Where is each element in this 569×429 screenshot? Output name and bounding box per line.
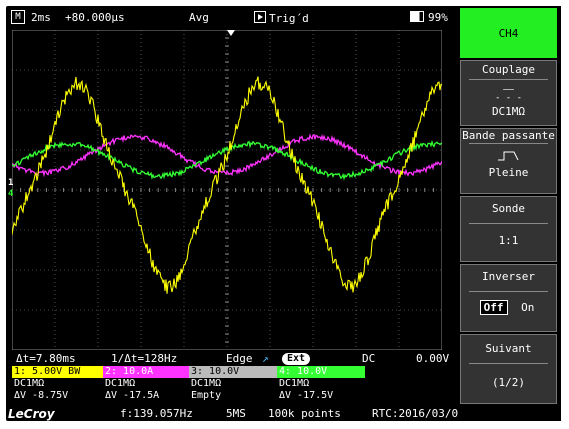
bandwidth-value: Pleine (488, 166, 529, 179)
channel-1-scale: 1: 5.00V BW (12, 366, 103, 378)
rising-edge-icon: ↗ (262, 352, 269, 365)
invert-button[interactable]: Inverser Off On (460, 264, 557, 332)
next-title: Suivant (485, 342, 532, 355)
channel-3-info[interactable]: 3: 10.0V DC1MΩ Empty (189, 366, 277, 406)
probe-title: Sonde (491, 202, 526, 215)
trigger-play-icon (254, 11, 266, 23)
waveform-display (12, 30, 442, 350)
invert-off-option[interactable]: Off (479, 300, 508, 315)
channel-4-info[interactable]: 4: 10.0V DC1MΩ ΔV -17.5V (277, 366, 365, 406)
inverse-delta-t: 1/Δt=128Hz (111, 352, 178, 365)
side-menu: CH4 Couplage —— - - - DC1MΩ Bande passant… (458, 6, 561, 421)
bandwidth-button[interactable]: Bande passante Pleine (460, 128, 557, 194)
trigger-status-text: Trig´d (269, 12, 309, 25)
trigger-source[interactable]: Ext (282, 351, 311, 365)
bandwidth-title: Bande passante (462, 129, 555, 142)
battery-status: 99% (410, 11, 448, 24)
probe-value: 1:1 (498, 234, 519, 247)
header-bar: M 2ms +80.000μs Avg Trig´d 99% (6, 6, 458, 28)
coupling-value: DC1MΩ (491, 105, 526, 118)
battery-level: 99% (428, 11, 448, 24)
channel-1-delta: ΔV -8.75V (14, 390, 69, 401)
status-bar: LeCroy f:139.057Hz 5MS 100k points RTC:2… (6, 406, 524, 421)
channel-1-coupling: DC1MΩ (14, 378, 45, 389)
channel-2-info[interactable]: 2: 10.0A DC1MΩ ΔV -17.5A (103, 366, 189, 406)
channel-3-scale: 3: 10.0V (189, 366, 277, 378)
dc-coupling-icon: —— - - - (494, 85, 523, 103)
trigger-type[interactable]: Edge (226, 352, 253, 365)
timebase-readout[interactable]: 2ms (31, 11, 51, 24)
channel-2-delta: ΔV -17.5A (105, 390, 160, 401)
channel-4-delta: ΔV -17.5V (279, 390, 334, 401)
channel-4-coupling: DC1MΩ (279, 378, 310, 389)
battery-icon (410, 11, 424, 22)
trigger-coupling: DC (362, 352, 376, 365)
channel-4-marker: 4 (8, 189, 14, 199)
record-length: 100k points (268, 407, 341, 420)
active-channel-button[interactable]: CH4 (460, 8, 557, 58)
measurement-bar: Δt=7.80ms 1/Δt=128Hz Edge ↗ Ext DC 0.00V (14, 351, 454, 365)
channel-2-coupling: DC1MΩ (105, 378, 136, 389)
channel-3-delta: Empty (191, 390, 222, 401)
sample-rate: 5MS (226, 407, 246, 420)
next-page-button[interactable]: Suivant (1/2) (460, 334, 557, 404)
trigger-source-label: Ext (282, 353, 311, 365)
trigger-status: Trig´d (254, 11, 309, 25)
channel-1-marker: 1 (8, 178, 14, 188)
channel-3-coupling: DC1MΩ (191, 378, 222, 389)
delta-t: Δt=7.80ms (16, 352, 76, 365)
invert-on-option[interactable]: On (518, 301, 537, 314)
channel-1-info[interactable]: 1: 5.00V BW DC1MΩ ΔV -8.75V (12, 366, 103, 406)
menu-icon[interactable]: M (11, 10, 25, 24)
filter-icon (497, 151, 518, 161)
coupling-title: Couplage (482, 63, 535, 76)
next-page-indicator: (1/2) (491, 376, 526, 389)
active-channel-label: CH4 (498, 27, 519, 40)
channel-2-scale: 2: 10.0A (103, 366, 189, 378)
channel-4-scale: 4: 10.0V (277, 366, 365, 378)
invert-title: Inverser (482, 270, 535, 283)
acquisition-mode: Avg (189, 11, 209, 24)
frequency-readout: f:139.057Hz (120, 407, 193, 420)
coupling-button[interactable]: Couplage —— - - - DC1MΩ (460, 60, 557, 126)
brand-logo: LeCroy (8, 407, 55, 421)
delay-readout[interactable]: +80.000μs (65, 11, 125, 24)
probe-button[interactable]: Sonde 1:1 (460, 196, 557, 262)
trigger-level: 0.00V (416, 352, 450, 365)
